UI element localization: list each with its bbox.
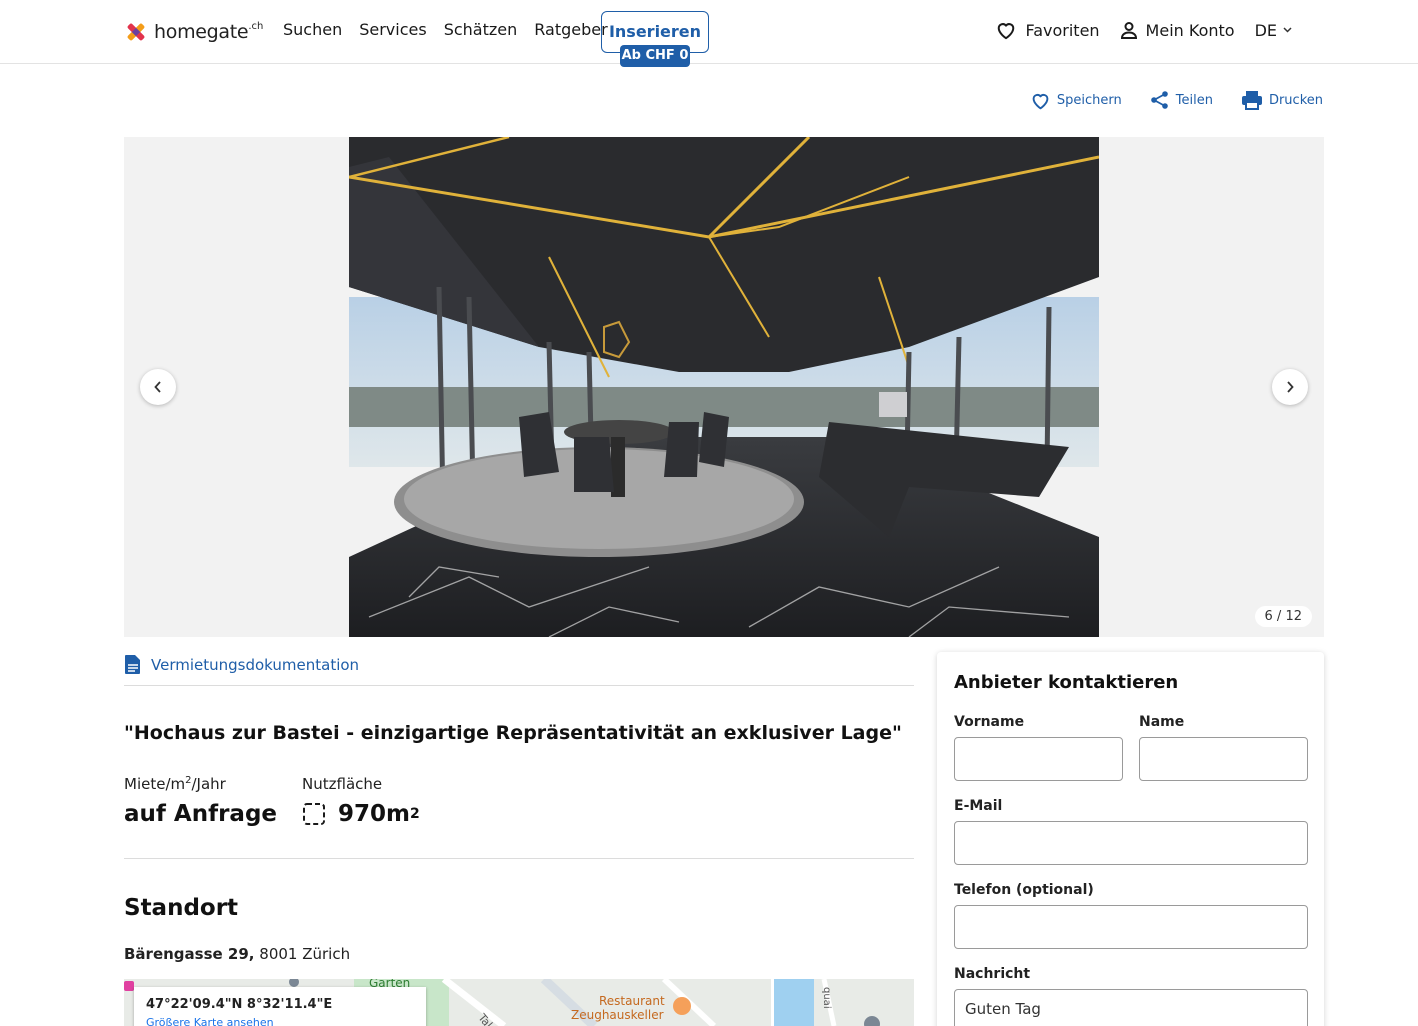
divider — [124, 858, 914, 859]
larger-map-link[interactable]: Größere Karte ansehen — [146, 1016, 414, 1026]
address-city: 8001 Zürich — [259, 945, 351, 963]
phone-label: Telefon (optional) — [954, 882, 1094, 898]
heart-icon — [1032, 93, 1049, 109]
area-label: Nutzfläche — [302, 775, 383, 793]
heart-icon — [998, 23, 1015, 40]
location-heading: Standort — [124, 895, 239, 921]
address-street: Bärengasse 29, — [124, 945, 255, 963]
email-label: E-Mail — [954, 798, 1003, 814]
rent-value: auf Anfrage — [124, 801, 278, 827]
user-icon — [1120, 22, 1137, 39]
lastname-label: Name — [1139, 714, 1185, 730]
gallery-counter: 6 / 12 — [1254, 606, 1312, 627]
main-nav: Suchen Services Schätzen Ratgeber — [283, 20, 625, 39]
favorites-label: Favoriten — [1025, 20, 1100, 40]
homegate-logo[interactable]: homegate .ch — [124, 19, 263, 45]
map-label-quai: quai — [821, 987, 832, 1009]
message-label: Nachricht — [954, 966, 1031, 982]
account-label: Mein Konto — [1145, 20, 1235, 40]
save-button[interactable]: Speichern — [1030, 91, 1122, 110]
save-label: Speichern — [1056, 92, 1122, 108]
area-fact: Nutzfläche 970m 2 — [302, 775, 420, 827]
nav-ratgeber[interactable]: Ratgeber — [534, 20, 607, 39]
divider — [124, 685, 914, 686]
header-user-menu: Favoriten Mein Konto DE — [975, 20, 1300, 40]
chevron-right-icon — [1287, 381, 1294, 393]
nav-schaetzen[interactable]: Schätzen — [444, 20, 518, 39]
listing-title: "Hochaus zur Bastei - einzigartige Reprä… — [124, 722, 902, 744]
document-icon — [125, 655, 140, 674]
firstname-label: Vorname — [954, 714, 1025, 730]
language-label: DE — [1254, 20, 1277, 40]
chevron-left-icon — [154, 381, 161, 393]
floor-area-icon — [303, 803, 326, 825]
rent-fact: Miete/m2/Jahr auf Anfrage — [124, 775, 277, 827]
listing-actions: Speichern Teilen Drucken — [1002, 90, 1323, 110]
phone-input[interactable] — [954, 905, 1308, 949]
language-select[interactable]: DE — [1255, 21, 1300, 40]
map-label-zeughauskeller: Zeughauskeller — [571, 1008, 664, 1022]
account-link[interactable]: Mein Konto — [1120, 21, 1235, 40]
favorites-link[interactable]: Favoriten — [995, 20, 1100, 40]
nav-services[interactable]: Services — [359, 20, 426, 39]
location-map[interactable]: Garten Restaurant Zeughauskeller Tal qua… — [124, 979, 914, 1026]
insert-price-badge: Ab CHF 0 — [620, 45, 690, 67]
site-header: homegate .ch Suchen Services Schätzen Ra… — [0, 0, 1418, 67]
key-facts: Miete/m2/Jahr auf Anfrage Nutzfläche 970… — [124, 775, 420, 827]
gallery-prev-button[interactable] — [140, 369, 176, 405]
lastname-input[interactable] — [1139, 737, 1308, 781]
logo-mark-icon — [124, 20, 148, 44]
message-textarea[interactable]: Guten Tag — [954, 989, 1308, 1026]
rent-label: Miete/m2/Jahr — [124, 775, 226, 793]
contact-form-title: Anbieter kontaktieren — [954, 672, 1179, 693]
rental-documentation-label: Vermietungsdokumentation — [151, 655, 360, 674]
chevron-down-icon — [1283, 27, 1292, 33]
print-label: Drucken — [1268, 92, 1323, 108]
print-button[interactable]: Drucken — [1241, 90, 1323, 110]
listing-photo[interactable] — [349, 137, 1099, 637]
logo-text: homegate — [154, 21, 249, 43]
firstname-input[interactable] — [954, 737, 1123, 781]
nav-suchen[interactable]: Suchen — [283, 20, 342, 39]
share-button[interactable]: Teilen — [1150, 90, 1213, 110]
map-label-restaurant: Restaurant — [599, 994, 665, 1008]
rental-documentation-link[interactable]: Vermietungsdokumentation — [124, 654, 359, 675]
gallery-next-button[interactable] — [1272, 369, 1308, 405]
map-info-card: 47°22'09.4"N 8°32'11.4"E Größere Karte a… — [134, 987, 426, 1026]
map-coordinates: 47°22'09.4"N 8°32'11.4"E — [146, 997, 333, 1012]
email-input[interactable] — [954, 821, 1308, 865]
address: Bärengasse 29, 8001 Zürich — [124, 945, 350, 963]
contact-form: Anbieter kontaktieren Vorname Name E-Mai… — [937, 652, 1324, 1026]
share-label: Teilen — [1175, 92, 1213, 108]
area-value: 970m 2 — [302, 801, 420, 827]
printer-icon — [1241, 91, 1262, 110]
image-gallery: 6 / 12 — [124, 137, 1324, 637]
share-icon — [1150, 91, 1168, 109]
logo-tld: .ch — [248, 20, 264, 32]
